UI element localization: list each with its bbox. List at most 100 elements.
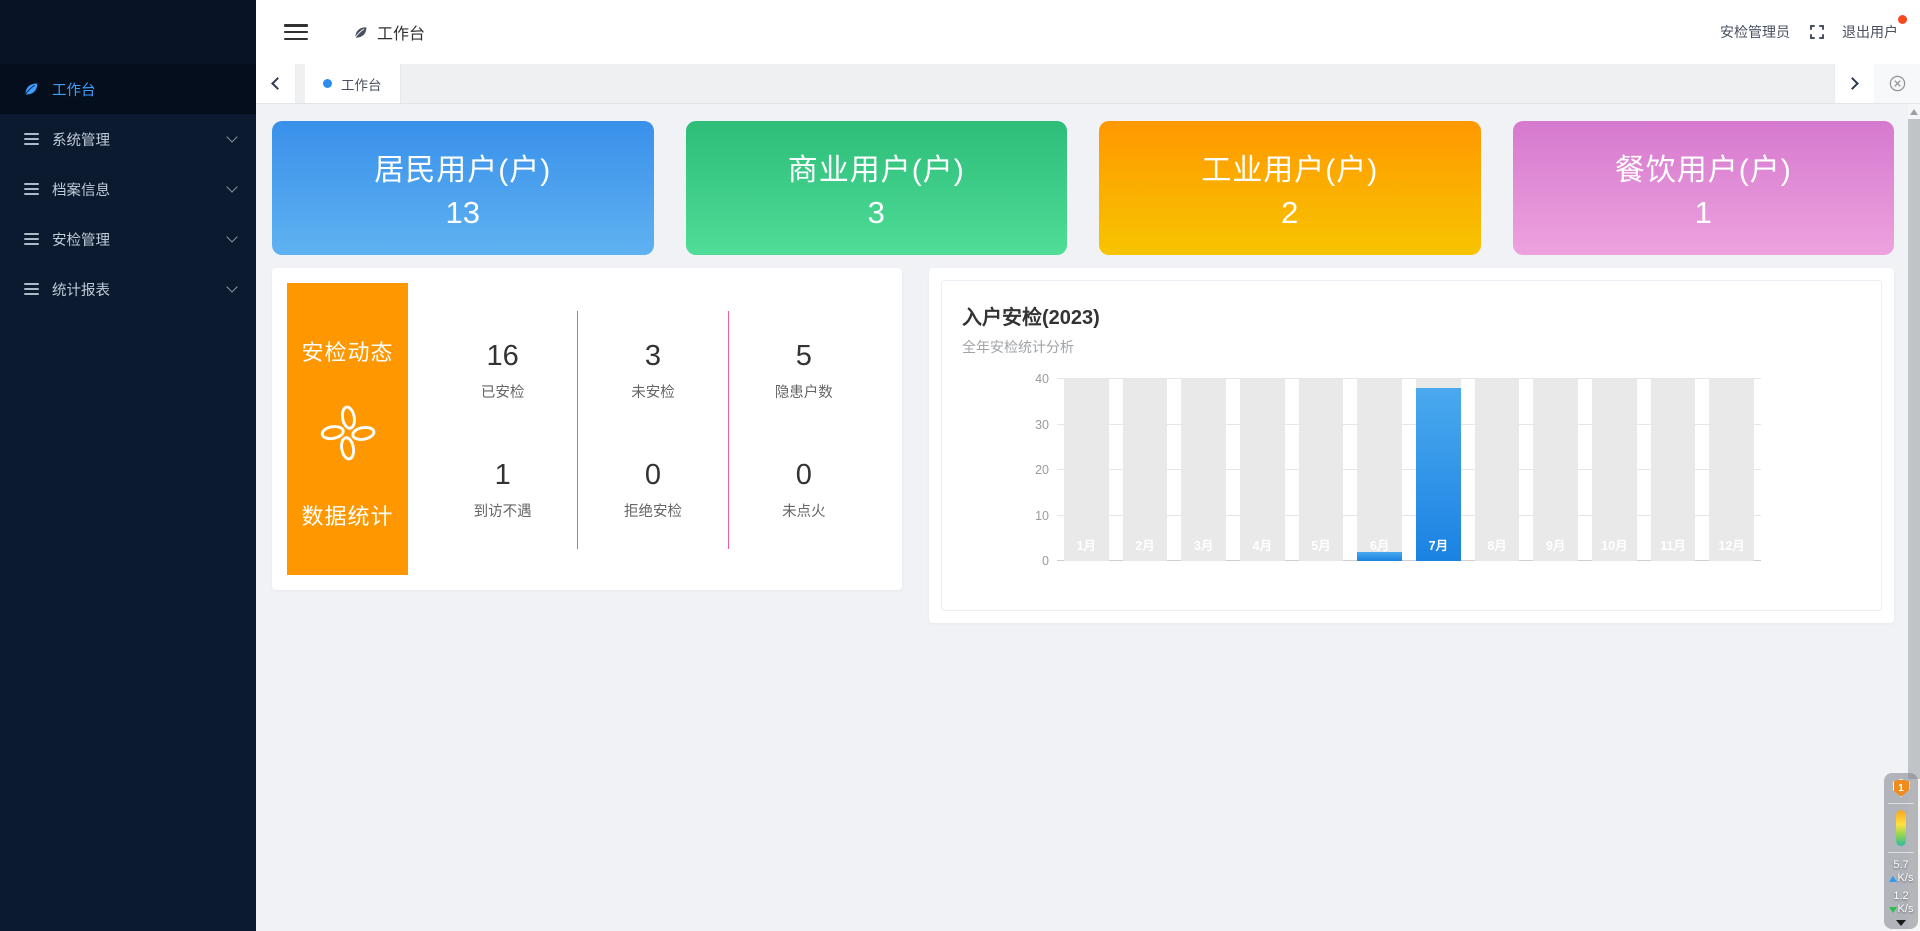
chart-xtick-label: 6月 <box>1350 535 1409 554</box>
sidebar-item-4[interactable]: 统计报表 <box>0 264 256 314</box>
safety-stat-label: 到访不遇 <box>474 500 532 521</box>
pinwheel-icon <box>317 402 379 464</box>
download-speed: 1.2 K/s <box>1889 890 1914 916</box>
stat-card-0[interactable]: 居民用户(户) 13 <box>272 121 654 255</box>
safety-stat-value: 3 <box>645 340 661 373</box>
shield-badge-count: 1 <box>1898 783 1904 794</box>
stat-card-3[interactable]: 餐饮用户(户)1 <box>1513 121 1895 255</box>
sidebar-menu: 工作台系统管理档案信息安检管理统计报表 <box>0 64 256 314</box>
stat-card-title: 商业用户(户) <box>788 145 965 189</box>
sidebar-item-label: 安检管理 <box>52 229 228 250</box>
tabs-scroll-left-button[interactable] <box>256 64 296 103</box>
logout-label: 退出用户 <box>1842 24 1898 40</box>
sidebar-item-2[interactable]: 档案信息 <box>0 164 256 214</box>
menu-lines-icon <box>22 230 40 248</box>
widget-divider <box>1888 852 1914 853</box>
chart-slot-10月: 10月 <box>1585 379 1644 561</box>
stat-card-value: 1 <box>1695 195 1712 231</box>
sidebar-item-0[interactable]: 工作台 <box>0 64 256 114</box>
chart-background-bar <box>1475 379 1520 561</box>
logout-button[interactable]: 退出用户 <box>1842 22 1898 42</box>
upload-speed-value: 5.7 <box>1893 859 1908 872</box>
stat-card-value: 3 <box>868 195 885 231</box>
stat-card-value: 13 <box>446 195 480 231</box>
chevron-right-icon <box>1846 77 1859 90</box>
breadcrumb-label: 工作台 <box>377 20 425 44</box>
content-area: 居民用户(户)13商业用户(户)3工业用户(户)2餐饮用户(户)1 安检动态 <box>256 104 1920 931</box>
hamburger-menu-icon[interactable] <box>284 24 308 40</box>
menu-lines-icon <box>22 280 40 298</box>
safety-stat-label: 未安检 <box>631 381 675 402</box>
fullscreen-icon[interactable] <box>1808 23 1826 41</box>
leaf-icon <box>22 80 40 98</box>
sidebar: 工作台系统管理档案信息安检管理统计报表 <box>0 0 256 931</box>
widget-divider <box>1888 803 1914 804</box>
safety-stat-value: 0 <box>645 459 661 492</box>
widget-collapse-caret-icon[interactable] <box>1896 920 1906 926</box>
chart-xtick-label: 2月 <box>1116 535 1175 554</box>
chart-slot-3月: 3月 <box>1174 379 1233 561</box>
chart-xtick-label: 9月 <box>1526 535 1585 554</box>
chart-subtitle: 全年安检统计分析 <box>962 337 1861 357</box>
stat-card-title: 居民用户(户) <box>374 145 551 189</box>
safety-stat-label: 拒绝安检 <box>624 500 682 521</box>
download-speed-value: 1.2 <box>1893 890 1908 903</box>
chart-xtick-label: 10月 <box>1585 535 1644 554</box>
notification-dot <box>1898 15 1907 24</box>
scrollbar-thumb[interactable] <box>1908 119 1920 779</box>
chart-slot-9月: 9月 <box>1526 379 1585 561</box>
safety-stat-label: 已安检 <box>481 381 525 402</box>
safety-summary-panel: 安检动态 数据统计 16已安检3未安检5隐患户数1到访不遇0拒绝安检0未点火 <box>272 268 902 590</box>
topbar: 工作台 安检管理员 退出用户 <box>256 0 1920 64</box>
network-monitor-widget[interactable]: 1 5.7 K/s 1.2 K/s <box>1884 773 1918 929</box>
stat-card-1[interactable]: 商业用户(户) 3 <box>686 121 1068 255</box>
shield-badge-icon[interactable]: 1 <box>1893 779 1910 797</box>
chart-plot: 0102030401月2月3月4月5月6月7月8月9月10月11月12月 <box>1057 379 1761 561</box>
safety-side-block: 安检动态 数据统计 <box>287 283 408 575</box>
arrow-up-icon <box>1889 876 1897 882</box>
chart-slot-5月: 5月 <box>1292 379 1351 561</box>
chevron-down-icon <box>226 131 237 142</box>
leaf-icon <box>352 24 369 41</box>
tab-workbench[interactable]: 工作台 <box>305 64 401 103</box>
chart-plot-wrap: 0102030401月2月3月4月5月6月7月8月9月10月11月12月 <box>1057 379 1761 561</box>
chevron-down-icon <box>226 281 237 292</box>
sidebar-item-label: 系统管理 <box>52 129 228 150</box>
safety-stat-value: 5 <box>796 340 812 373</box>
tab-label: 工作台 <box>341 74 382 94</box>
stat-card-2[interactable]: 工业用户(户)2 <box>1099 121 1481 255</box>
chart-ytick-label: 0 <box>1015 554 1049 568</box>
thermometer-gauge-icon <box>1896 810 1906 846</box>
chart-background-bar <box>1064 379 1109 561</box>
safety-stat-2: 5 隐患户数 <box>729 311 879 430</box>
download-speed-unit: K/s <box>1898 903 1914 916</box>
upload-speed: 5.7 K/s <box>1889 859 1914 885</box>
chart-slot-1月: 1月 <box>1057 379 1116 561</box>
main-column: 工作台 安检管理员 退出用户 工作台 <box>256 0 1920 931</box>
chart-background-bar <box>1709 379 1754 561</box>
chart-xtick-label: 3月 <box>1174 535 1233 554</box>
tabs-scroll-right-button[interactable] <box>1834 64 1874 103</box>
scrollbar-up-arrow-icon[interactable] <box>1910 109 1918 115</box>
breadcrumb: 工作台 <box>352 20 425 44</box>
safety-side-title-top: 安检动态 <box>301 335 393 367</box>
chart-xtick-label: 1月 <box>1057 535 1116 554</box>
chart-xtick-label: 8月 <box>1468 535 1527 554</box>
chart-background-bar <box>1299 379 1344 561</box>
menu-lines-icon <box>22 180 40 198</box>
tabs-close-button[interactable] <box>1874 64 1920 103</box>
upload-speed-unit: K/s <box>1898 872 1914 885</box>
chart-panel: 入户安检(2023) 全年安检统计分析 0102030401月2月3月4月5月6… <box>929 268 1894 623</box>
stat-card-title: 工业用户(户) <box>1201 145 1378 189</box>
safety-stat-value: 0 <box>796 459 812 492</box>
chevron-down-icon <box>226 231 237 242</box>
safety-stat-value: 16 <box>487 340 519 373</box>
chart-title: 入户安检(2023) <box>962 301 1861 330</box>
chart-ytick-label: 30 <box>1015 418 1049 432</box>
safety-stat-1: 3 未安检 <box>578 311 728 430</box>
chart-background-bar <box>1357 379 1402 561</box>
safety-stat-label: 隐患户数 <box>775 381 833 402</box>
sidebar-item-1[interactable]: 系统管理 <box>0 114 256 164</box>
chart-xtick-label: 12月 <box>1702 535 1761 554</box>
sidebar-item-3[interactable]: 安检管理 <box>0 214 256 264</box>
